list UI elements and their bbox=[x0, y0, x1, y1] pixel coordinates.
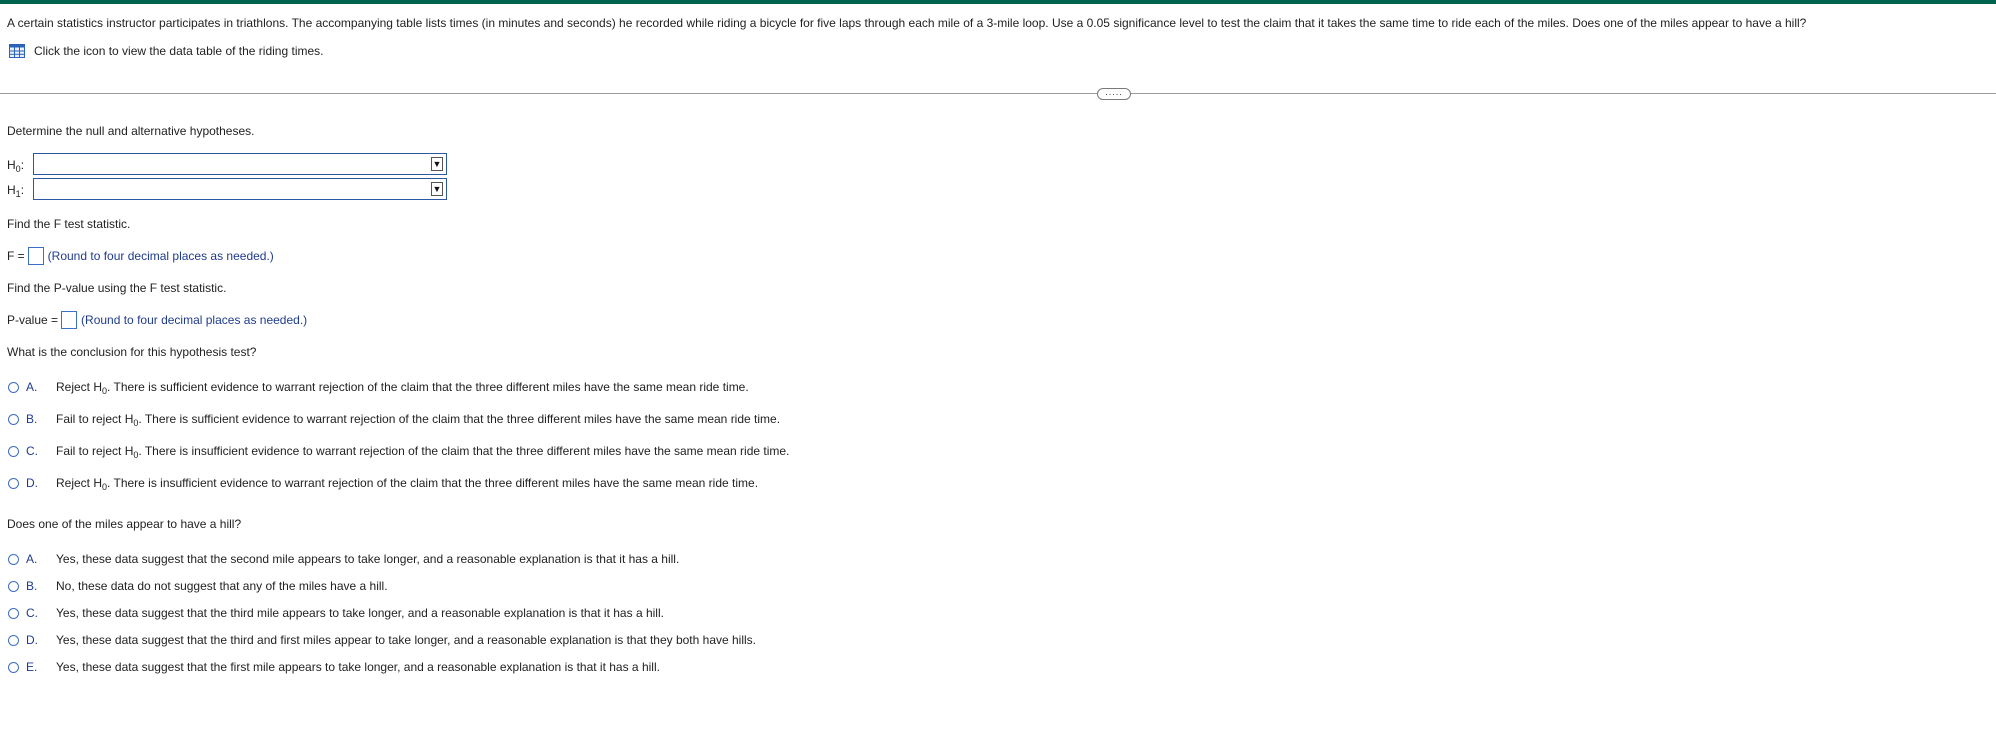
data-table-link-text[interactable]: Click the icon to view the data table of… bbox=[34, 44, 323, 58]
hill-option-c[interactable]: C. Yes, these data suggest that the thir… bbox=[8, 606, 664, 620]
question-text: A certain statistics instructor particip… bbox=[7, 16, 1807, 30]
table-icon[interactable] bbox=[9, 44, 25, 58]
radio-button[interactable] bbox=[8, 607, 19, 619]
f-stat-row: F = (Round to four decimal places as nee… bbox=[7, 247, 274, 265]
f-stat-prompt: Find the F test statistic. bbox=[7, 217, 131, 231]
hill-prompt: Does one of the miles appear to have a h… bbox=[7, 517, 242, 531]
radio-button[interactable] bbox=[8, 381, 19, 393]
radio-button[interactable] bbox=[8, 580, 19, 592]
radio-button[interactable] bbox=[8, 661, 19, 673]
radio-button[interactable] bbox=[8, 477, 19, 489]
section-divider bbox=[0, 93, 1996, 94]
chevron-down-icon[interactable]: ▼ bbox=[431, 157, 443, 171]
hypotheses-prompt: Determine the null and alternative hypot… bbox=[7, 124, 255, 138]
radio-button[interactable] bbox=[8, 634, 19, 646]
expand-toggle-button[interactable]: ..... bbox=[1097, 88, 1131, 100]
h1-label: H1: bbox=[7, 183, 25, 199]
conclusion-prompt: What is the conclusion for this hypothes… bbox=[7, 345, 257, 359]
h0-label: H0: bbox=[7, 158, 25, 174]
p-value-row: P-value = (Round to four decimal places … bbox=[7, 311, 307, 329]
top-accent-bar bbox=[0, 0, 1996, 4]
hill-option-a[interactable]: A. Yes, these data suggest that the seco… bbox=[8, 552, 679, 566]
p-value-input[interactable] bbox=[61, 311, 78, 329]
f-stat-label: F = bbox=[7, 249, 25, 263]
h1-dropdown[interactable]: ▼ bbox=[33, 178, 447, 200]
hill-option-b[interactable]: B. No, these data do not suggest that an… bbox=[8, 579, 388, 593]
data-table-link[interactable]: Click the icon to view the data table of… bbox=[9, 44, 323, 58]
p-value-label: P-value = bbox=[7, 313, 59, 327]
p-value-hint: (Round to four decimal places as needed.… bbox=[81, 313, 308, 327]
radio-button[interactable] bbox=[8, 413, 19, 425]
f-stat-hint: (Round to four decimal places as needed.… bbox=[47, 249, 274, 263]
conclusion-option-a[interactable]: A. Reject H0. There is sufficient eviden… bbox=[8, 380, 749, 396]
radio-button[interactable] bbox=[8, 445, 19, 457]
p-value-prompt: Find the P-value using the F test statis… bbox=[7, 281, 227, 295]
hill-option-d[interactable]: D. Yes, these data suggest that the thir… bbox=[8, 633, 756, 647]
conclusion-option-c[interactable]: C. Fail to reject H0. There is insuffici… bbox=[8, 444, 789, 460]
conclusion-option-b[interactable]: B. Fail to reject H0. There is sufficien… bbox=[8, 412, 780, 428]
f-stat-input[interactable] bbox=[27, 247, 44, 265]
chevron-down-icon[interactable]: ▼ bbox=[431, 182, 443, 196]
radio-button[interactable] bbox=[8, 553, 19, 565]
conclusion-option-d[interactable]: D. Reject H0. There is insufficient evid… bbox=[8, 476, 758, 492]
hill-option-e[interactable]: E. Yes, these data suggest that the firs… bbox=[8, 660, 660, 674]
h0-dropdown[interactable]: ▼ bbox=[33, 153, 447, 175]
